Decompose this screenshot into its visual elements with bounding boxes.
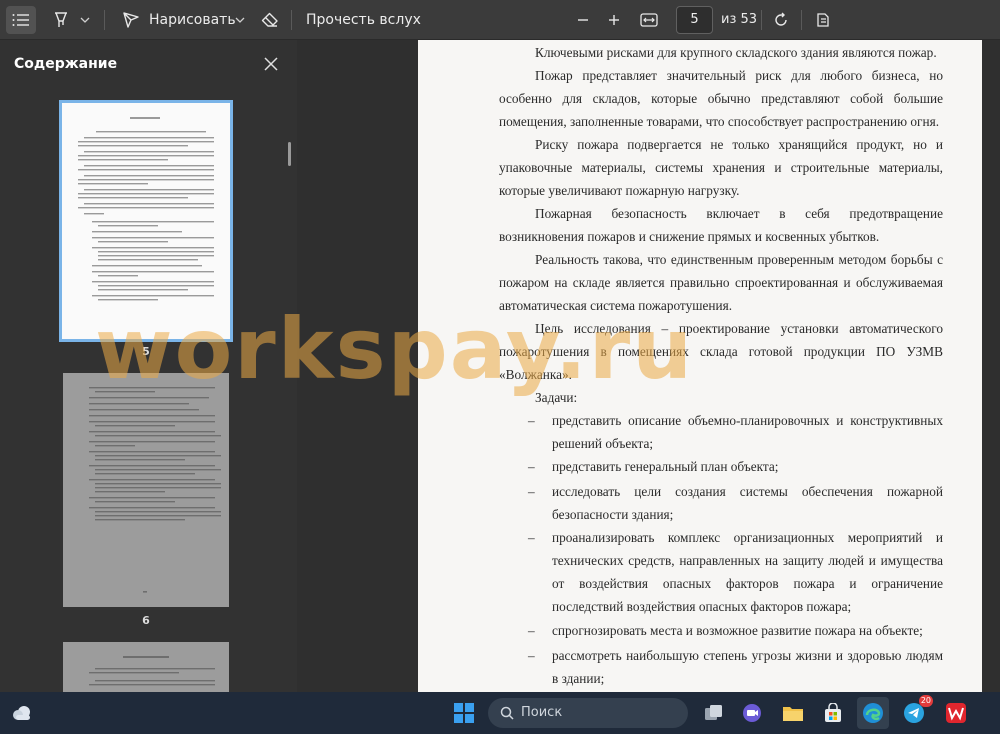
edge-icon bbox=[863, 703, 883, 723]
store-bag-icon bbox=[825, 703, 841, 722]
paragraph: Цель исследования – проектирование устан… bbox=[499, 321, 943, 382]
chevron-down-icon bbox=[235, 17, 245, 23]
list-bullet: – bbox=[528, 623, 535, 638]
page-thumbnail-preview bbox=[89, 387, 221, 593]
page-thumbnail-label: 5 bbox=[142, 345, 150, 358]
sidebar-title: Содержание bbox=[14, 56, 118, 72]
contents-sidebar: Содержание 5 6 bbox=[0, 40, 297, 692]
list-bullet: – bbox=[528, 484, 535, 499]
zoom-in-button[interactable] bbox=[602, 6, 626, 34]
start-button[interactable] bbox=[448, 697, 480, 729]
chevron-down-icon bbox=[80, 17, 90, 23]
sidebar-scrollbar[interactable] bbox=[288, 142, 291, 166]
page-thumbnail-6[interactable] bbox=[63, 373, 229, 607]
contents-toggle-button[interactable] bbox=[6, 6, 36, 34]
pen-icon bbox=[123, 12, 139, 28]
paragraph: Пожарная безопасность включает в себя пр… bbox=[499, 206, 943, 244]
list-item: – рассмотреть наибольшую степень угрозы ж… bbox=[499, 644, 943, 690]
cloud-icon bbox=[13, 706, 30, 720]
eraser-button[interactable] bbox=[257, 6, 283, 34]
page-thumbnail-label: 6 bbox=[142, 614, 150, 627]
teams-app[interactable] bbox=[737, 697, 769, 729]
wps-office-app[interactable] bbox=[940, 697, 972, 729]
read-aloud-button[interactable]: Прочесть вслух bbox=[306, 0, 421, 40]
eraser-icon bbox=[261, 12, 278, 27]
search-icon bbox=[500, 706, 514, 720]
zoom-out-button[interactable] bbox=[571, 6, 595, 34]
toolbar-divider bbox=[801, 10, 802, 30]
windows-taskbar: Поиск 20 bbox=[0, 692, 1000, 734]
page-thumbnail-7[interactable] bbox=[63, 642, 229, 692]
toolbar-divider bbox=[761, 10, 762, 30]
toolbar-divider bbox=[104, 10, 105, 30]
highlight-dropdown[interactable] bbox=[76, 6, 94, 34]
folder-icon bbox=[783, 707, 803, 721]
draw-button[interactable] bbox=[118, 6, 144, 34]
file-explorer-app[interactable] bbox=[777, 697, 809, 729]
edge-browser-app[interactable] bbox=[857, 697, 889, 729]
list-item-text: представить описание объемно-планировочн… bbox=[552, 413, 943, 451]
highlight-button[interactable] bbox=[50, 6, 72, 34]
pdf-toolbar: Нарисовать Прочесть вслух 5 из 53 bbox=[0, 0, 1000, 40]
weather-widget[interactable] bbox=[6, 697, 38, 729]
paragraph: Реальность такова, что единственным пров… bbox=[499, 252, 943, 313]
draw-dropdown[interactable] bbox=[231, 6, 249, 34]
list-item-text: представить генеральный план объекта; bbox=[552, 459, 779, 474]
close-icon bbox=[264, 57, 278, 71]
list-bullet: – bbox=[528, 413, 535, 428]
list-item-text: рассмотреть наибольшую степень угрозы жи… bbox=[552, 648, 943, 686]
task-view-button[interactable] bbox=[698, 697, 730, 729]
list-item: – представить описание объемно-планировоч… bbox=[499, 409, 943, 455]
rotate-button[interactable] bbox=[768, 6, 794, 34]
highlighter-icon bbox=[55, 12, 67, 27]
document-viewport[interactable]: Ключевыми рисками для крупного складског… bbox=[297, 40, 1000, 692]
paragraph: Пожар представляет значительный риск для… bbox=[499, 68, 943, 129]
list-item: – спрогнозировать места и возможное разви… bbox=[499, 619, 943, 642]
plus-icon bbox=[609, 15, 619, 25]
page-thumbnail-preview bbox=[89, 656, 215, 686]
list-bullet: – bbox=[528, 648, 535, 663]
taskbar-search[interactable]: Поиск bbox=[488, 698, 688, 728]
page-view-icon bbox=[817, 13, 829, 27]
search-placeholder: Поиск bbox=[521, 705, 563, 720]
video-chat-icon bbox=[743, 704, 761, 722]
telegram-app[interactable]: 20 bbox=[898, 695, 933, 729]
list-bullet: – bbox=[528, 530, 535, 545]
document-page: Ключевыми рисками для крупного складског… bbox=[418, 40, 982, 692]
wps-office-icon bbox=[946, 703, 966, 723]
list-item-text: проанализировать комплекс организационны… bbox=[552, 530, 943, 614]
store-app[interactable] bbox=[817, 697, 849, 729]
list-bullet: – bbox=[528, 459, 535, 474]
minus-icon bbox=[578, 19, 588, 21]
list-icon bbox=[12, 14, 29, 26]
list-item: – исследовать цели создания системы обесп… bbox=[499, 480, 943, 526]
page-thumbnail-preview bbox=[78, 117, 214, 301]
list-item: – проанализировать комплекс организационн… bbox=[499, 526, 943, 618]
notification-badge: 20 bbox=[918, 695, 933, 707]
toolbar-divider bbox=[291, 10, 292, 30]
tasks-heading: Задачи: bbox=[535, 390, 578, 405]
page-number-input[interactable]: 5 bbox=[676, 6, 713, 34]
list-item-text: спрогнозировать места и возможное развит… bbox=[552, 623, 923, 638]
page-thumbnail-5[interactable] bbox=[59, 100, 233, 342]
task-view-icon bbox=[705, 705, 722, 720]
close-sidebar-button[interactable] bbox=[261, 54, 281, 74]
fit-width-button[interactable] bbox=[636, 6, 662, 34]
draw-label[interactable]: Нарисовать bbox=[149, 0, 236, 40]
paragraph: Риску пожара подвергается не только хран… bbox=[499, 137, 943, 198]
page-view-button[interactable] bbox=[810, 6, 836, 34]
fit-width-icon bbox=[640, 13, 658, 27]
list-item: – представить генеральный план объекта; bbox=[499, 455, 943, 478]
paragraph: Ключевыми рисками для крупного складског… bbox=[535, 45, 937, 60]
windows-logo-icon bbox=[454, 703, 474, 723]
rotate-icon bbox=[775, 12, 787, 26]
list-item-text: исследовать цели создания системы обеспе… bbox=[552, 484, 943, 522]
total-pages-label: из 53 bbox=[721, 12, 758, 27]
